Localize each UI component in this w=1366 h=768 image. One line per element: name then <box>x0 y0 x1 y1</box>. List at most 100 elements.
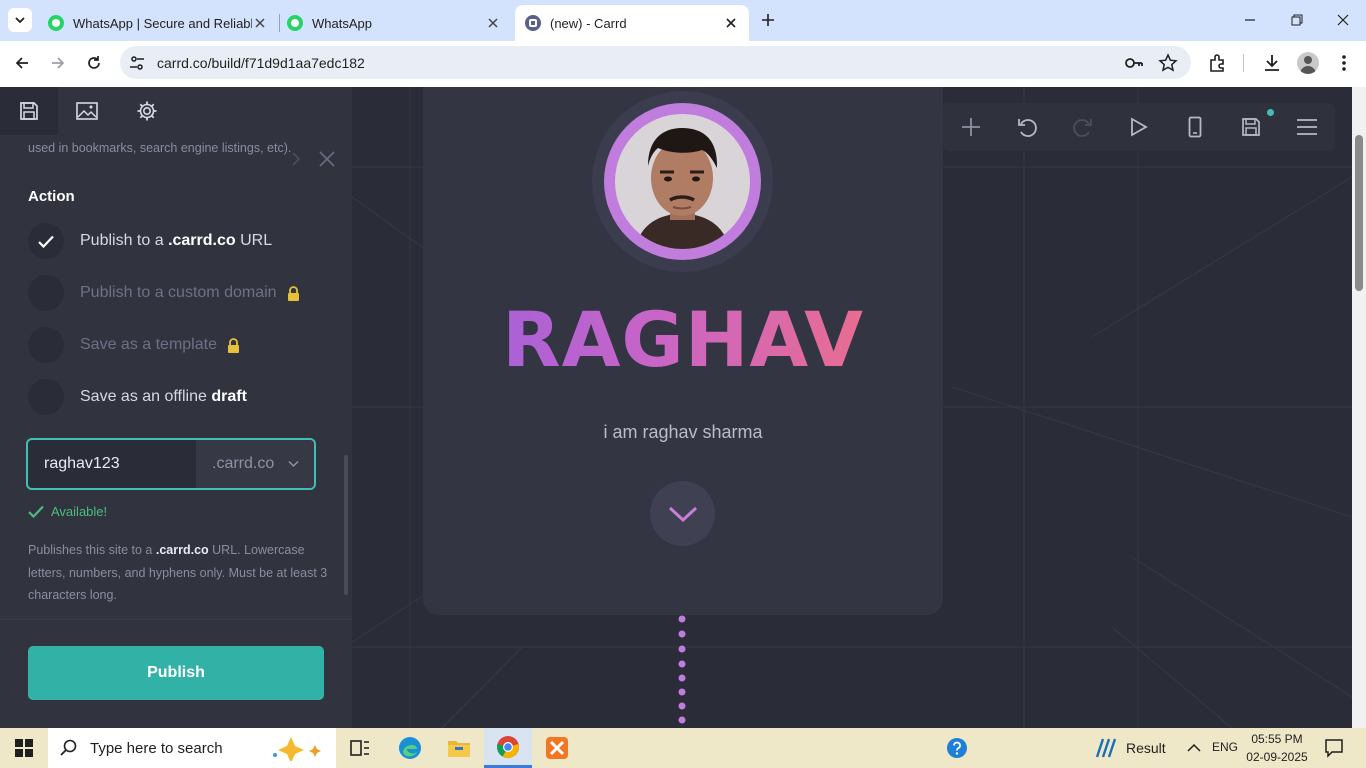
system-clock[interactable]: 05:55 PM 02-09-2025 <box>1245 730 1309 766</box>
menu-button[interactable] <box>1287 103 1327 151</box>
panel-scrollbar[interactable] <box>344 455 348 595</box>
scroll-down-button[interactable] <box>650 481 715 546</box>
edge-taskbar-button[interactable] <box>386 728 434 768</box>
browser-menu-icon[interactable] <box>1334 52 1354 74</box>
close-tab-icon[interactable] <box>723 15 739 31</box>
option-publish-carrd-url[interactable]: Publish to a .carrd.co URL <box>28 223 272 259</box>
close-icon <box>1337 14 1349 26</box>
save-button[interactable] <box>1231 103 1271 151</box>
save-icon <box>1242 118 1260 136</box>
password-key-icon[interactable] <box>1124 54 1144 72</box>
save-icon <box>20 102 38 120</box>
subdomain-input[interactable]: raghav123 <box>28 440 196 488</box>
reload-button[interactable] <box>82 51 106 75</box>
bookmark-star-icon[interactable] <box>1158 53 1178 73</box>
close-window-button[interactable] <box>1329 8 1357 32</box>
undo-button[interactable] <box>1007 103 1047 151</box>
xampp-icon <box>546 737 568 759</box>
option-label: Publish to a custom domain <box>80 284 277 301</box>
image-icon <box>76 102 98 120</box>
copilot-sparkle-icon <box>272 737 321 761</box>
download-icon[interactable] <box>1261 52 1283 74</box>
minimize-button[interactable] <box>1236 8 1264 32</box>
chrome-taskbar-button[interactable] <box>484 728 532 768</box>
chevron-down-icon <box>15 17 25 24</box>
browser-tab-strip: WhatsApp | Secure and Reliable WhatsApp … <box>0 0 1366 41</box>
whatsapp-icon <box>48 15 64 31</box>
tab-carrd[interactable]: (new) - Carrd <box>515 5 749 41</box>
folder-icon <box>448 741 470 757</box>
profile-avatar[interactable] <box>1297 52 1319 74</box>
checkmark-icon <box>38 235 54 248</box>
language-indicator[interactable]: ENG <box>1212 740 1238 754</box>
radio-unchecked[interactable] <box>28 275 64 311</box>
task-view-button[interactable] <box>336 728 384 768</box>
tab-search-button[interactable] <box>8 8 32 32</box>
help-tray-button[interactable] <box>933 728 981 768</box>
forward-button[interactable] <box>46 51 70 75</box>
avatar <box>615 114 750 249</box>
close-panel-button[interactable] <box>318 150 336 168</box>
redo-button[interactable] <box>1063 103 1103 151</box>
help-text: Publishes this site to a .carrd.co URL. … <box>28 543 328 602</box>
tab-settings[interactable] <box>118 87 176 135</box>
tab-whatsapp[interactable]: WhatsApp <box>277 5 511 41</box>
help-icon <box>947 738 967 758</box>
toolbar-divider <box>1243 54 1244 72</box>
chrome-icon <box>497 735 519 758</box>
radio-unchecked[interactable] <box>28 379 64 415</box>
mobile-icon <box>1188 116 1202 138</box>
notification-icon <box>1325 739 1343 758</box>
page-scrollbar-thumb[interactable] <box>1355 135 1363 291</box>
weather-widget[interactable]: Result <box>1094 737 1166 759</box>
close-tab-icon[interactable] <box>485 15 501 31</box>
action-heading: Action <box>28 188 75 205</box>
chevron-right-icon <box>290 152 302 166</box>
radio-unchecked[interactable] <box>28 327 64 363</box>
start-button[interactable] <box>0 728 48 768</box>
lock-icon <box>287 285 299 301</box>
edge-icon <box>399 737 421 759</box>
tab-title: WhatsApp | Secure and Reliable <box>73 15 252 31</box>
clock-time: 05:55 PM <box>1251 732 1303 746</box>
search-placeholder: Type here to search <box>90 739 223 757</box>
whatsapp-icon <box>287 15 303 31</box>
tab-images[interactable] <box>58 87 116 135</box>
domain-suffix-select[interactable]: .carrd.co <box>196 440 314 488</box>
radio-checked[interactable] <box>28 223 64 259</box>
close-tab-icon[interactable] <box>252 15 268 31</box>
profile-photo[interactable] <box>604 103 761 260</box>
option-save-template[interactable]: Save as a template <box>28 327 240 363</box>
panel-divider <box>0 619 352 620</box>
xampp-taskbar-button[interactable] <box>533 728 581 768</box>
mobile-view-button[interactable] <box>1175 103 1215 151</box>
subdomain-field[interactable]: raghav123 .carrd.co <box>26 438 316 490</box>
chevron-down-icon <box>288 460 299 468</box>
back-button[interactable] <box>10 51 34 75</box>
carrd-favicon-icon <box>525 15 541 31</box>
show-hidden-icons[interactable] <box>1186 741 1202 755</box>
notifications-button[interactable] <box>1324 738 1344 758</box>
option-publish-custom-domain[interactable]: Publish to a custom domain <box>28 275 300 311</box>
publish-button[interactable]: Publish <box>28 646 324 700</box>
tab-publish[interactable] <box>0 87 58 135</box>
tab-whatsapp-web[interactable]: WhatsApp | Secure and Reliable <box>38 5 278 41</box>
option-offline-draft[interactable]: Save as an offline draft <box>28 379 247 415</box>
site-subtitle[interactable]: i am raghav sharma <box>423 422 943 443</box>
add-element-button[interactable] <box>951 103 991 151</box>
site-info-icon[interactable] <box>128 54 146 72</box>
restore-button[interactable] <box>1283 8 1311 32</box>
extensions-icon[interactable] <box>1207 52 1229 74</box>
file-explorer-button[interactable] <box>435 728 483 768</box>
hamburger-icon <box>1297 119 1317 135</box>
taskbar-search-box[interactable]: Type here to search <box>48 728 336 768</box>
preview-button[interactable] <box>1119 103 1159 151</box>
undo-icon <box>1018 119 1037 137</box>
plus-icon <box>962 118 980 136</box>
close-icon <box>319 151 335 167</box>
minimize-icon <box>1245 19 1255 21</box>
clock-date: 02-09-2025 <box>1246 750 1308 764</box>
site-title[interactable]: RAGHAV <box>423 296 943 384</box>
new-tab-button[interactable] <box>756 8 780 32</box>
plus-icon <box>762 14 774 26</box>
